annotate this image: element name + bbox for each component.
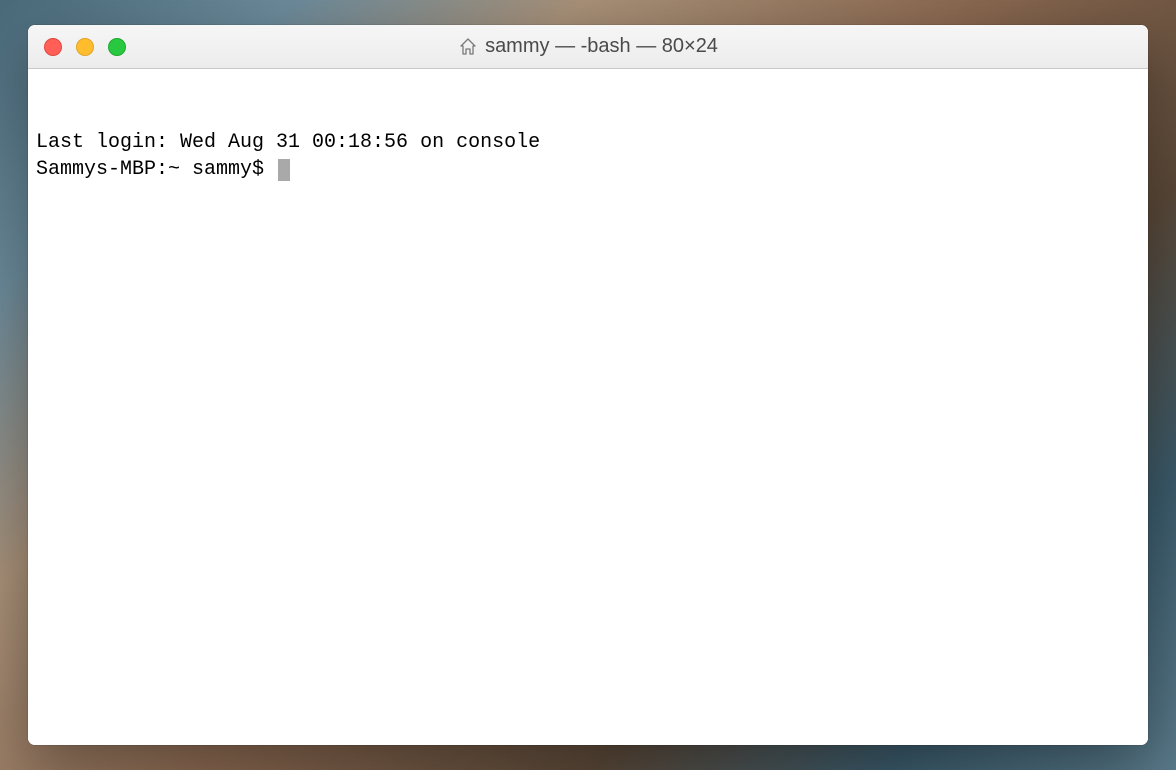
minimize-button[interactable] <box>76 38 94 56</box>
terminal-content[interactable]: Last login: Wed Aug 31 00:18:56 on conso… <box>28 69 1148 745</box>
terminal-window: sammy — -bash — 80×24 Last login: Wed Au… <box>28 25 1148 745</box>
cursor <box>278 159 290 181</box>
home-icon <box>458 37 478 57</box>
maximize-button[interactable] <box>108 38 126 56</box>
prompt: Sammys-MBP:~ sammy$ <box>36 158 276 181</box>
window-controls <box>44 38 126 56</box>
last-login-line: Last login: Wed Aug 31 00:18:56 on conso… <box>36 129 1140 156</box>
window-title-container: sammy — -bash — 80×24 <box>458 35 718 58</box>
titlebar[interactable]: sammy — -bash — 80×24 <box>28 25 1148 69</box>
window-title: sammy — -bash — 80×24 <box>485 35 718 58</box>
close-button[interactable] <box>44 38 62 56</box>
